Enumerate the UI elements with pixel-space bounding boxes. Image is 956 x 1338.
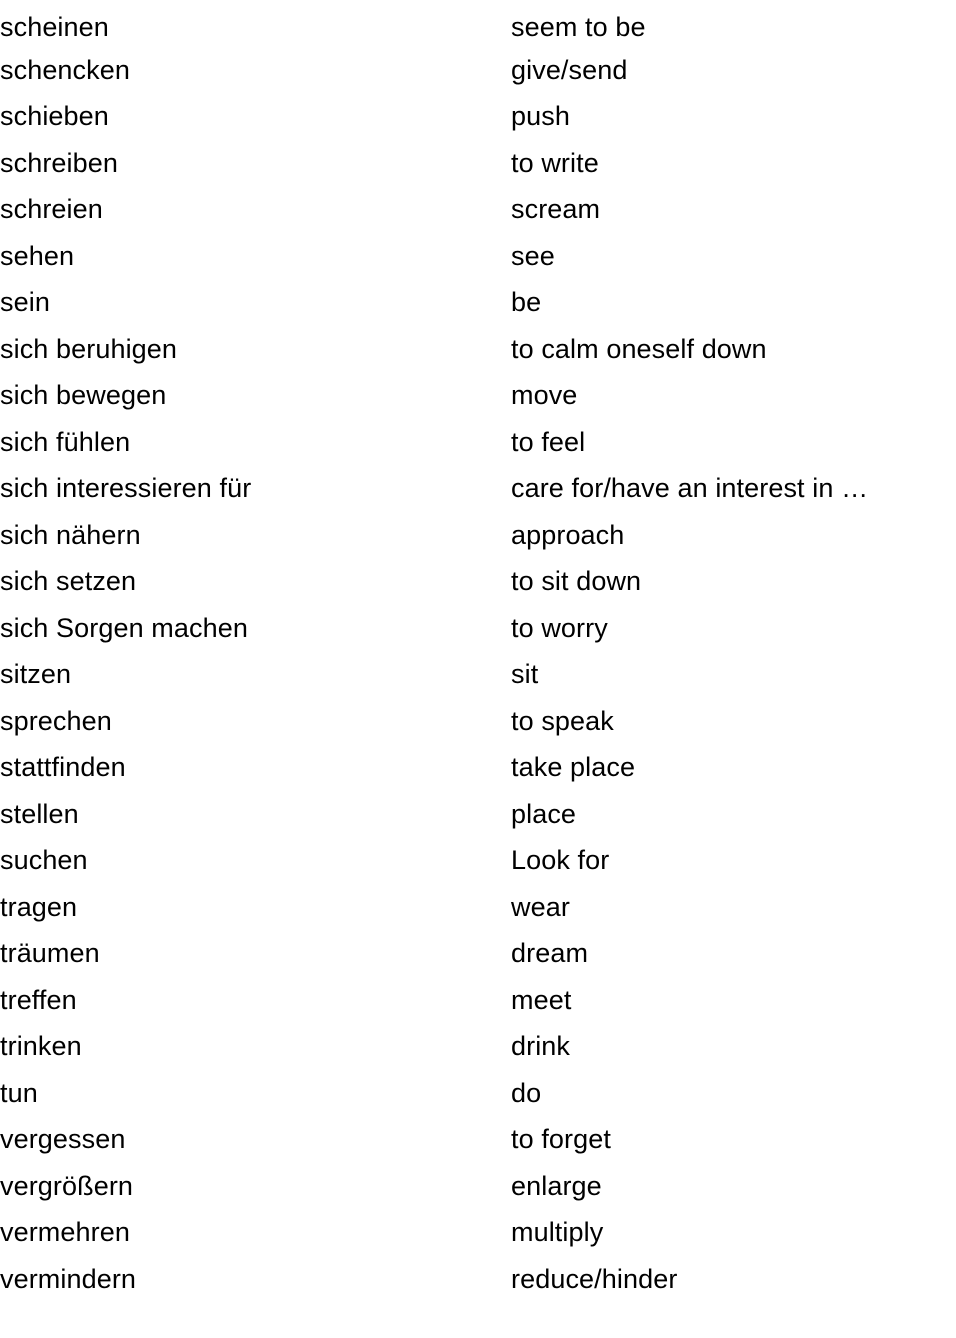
vocabulary-row: vergessen to forget: [0, 1116, 956, 1163]
vocabulary-row: tun do: [0, 1070, 956, 1117]
english-meaning: push: [511, 101, 570, 132]
vocabulary-row: sich setzen to sit down: [0, 558, 956, 605]
english-meaning: do: [511, 1077, 542, 1108]
english-meaning: seem to be: [511, 11, 646, 42]
english-meaning: care for/have an interest in …: [511, 473, 869, 504]
vocabulary-row: sich fühlen to feel: [0, 419, 956, 466]
english-meaning: move: [511, 380, 578, 411]
german-term: vergrößern: [0, 1170, 134, 1201]
english-meaning: to worry: [511, 612, 608, 643]
german-term: suchen: [0, 845, 88, 876]
english-meaning: wear: [511, 891, 570, 922]
vocabulary-row: stattfinden take place: [0, 744, 956, 791]
vocabulary-row: schreien scream: [0, 186, 956, 233]
german-term: schieben: [0, 101, 109, 132]
vocabulary-row: tragen wear: [0, 884, 956, 931]
english-meaning: see: [511, 240, 555, 271]
english-meaning: scream: [511, 194, 601, 225]
german-term: sich interessieren für: [0, 473, 252, 504]
vocabulary-row: scheinen seem to be: [0, 0, 956, 47]
english-meaning: approach: [511, 519, 625, 550]
vocabulary-row: treffen meet: [0, 977, 956, 1024]
german-term: schencken: [0, 54, 130, 85]
english-meaning: drink: [511, 1031, 571, 1062]
vocabulary-row: sitzen sit: [0, 651, 956, 698]
vocabulary-table-body: scheinen seem to be schencken give/send schi…: [0, 0, 956, 1302]
vocabulary-row: sehen see: [0, 233, 956, 280]
german-term: sich nähern: [0, 519, 141, 550]
english-meaning: meet: [511, 984, 572, 1015]
german-term: schreien: [0, 194, 103, 225]
vocabulary-row: vergrößern enlarge: [0, 1163, 956, 1210]
german-term: vergessen: [0, 1124, 126, 1155]
english-meaning: place: [511, 798, 577, 829]
german-term: treffen: [0, 984, 77, 1015]
german-term: schreiben: [0, 147, 118, 178]
english-meaning: to feel: [511, 426, 586, 457]
german-term: sich Sorgen machen: [0, 612, 248, 643]
english-meaning: sit: [511, 659, 539, 690]
english-meaning: multiply: [511, 1217, 604, 1248]
vocabulary-row: sein be: [0, 279, 956, 326]
german-term: sehen: [0, 240, 75, 271]
english-meaning: dream: [511, 938, 589, 969]
vocabulary-row: schreiben to write: [0, 140, 956, 187]
vocabulary-row: sich nähern approach: [0, 512, 956, 559]
german-term: tun: [0, 1077, 38, 1108]
german-term: stellen: [0, 798, 79, 829]
german-term: trinken: [0, 1031, 82, 1062]
vocabulary-page: scheinen seem to be schencken give/send schi…: [0, 0, 956, 1338]
vocabulary-row: stellen place: [0, 791, 956, 838]
german-term: sprechen: [0, 705, 112, 736]
english-meaning: be: [511, 287, 542, 318]
vocabulary-row: schieben push: [0, 93, 956, 140]
english-meaning: to calm oneself down: [511, 333, 767, 364]
german-term: träumen: [0, 938, 100, 969]
vocabulary-row: sich Sorgen machen to worry: [0, 605, 956, 652]
english-meaning: take place: [511, 752, 636, 783]
vocabulary-table: scheinen seem to be schencken give/send schi…: [0, 0, 956, 1302]
english-meaning: to forget: [511, 1124, 611, 1155]
german-term: scheinen: [0, 11, 109, 42]
vocabulary-row: träumen dream: [0, 930, 956, 977]
vocabulary-row: vermindern reduce/hinder: [0, 1256, 956, 1303]
german-term: sein: [0, 287, 50, 318]
german-term: stattfinden: [0, 752, 126, 783]
german-term: sich bewegen: [0, 380, 167, 411]
english-meaning: to sit down: [511, 566, 642, 597]
english-meaning: reduce/hinder: [511, 1263, 678, 1294]
vocabulary-row: suchen Look for: [0, 837, 956, 884]
german-term: vermindern: [0, 1263, 137, 1294]
vocabulary-row: vermehren multiply: [0, 1209, 956, 1256]
vocabulary-row: trinken drink: [0, 1023, 956, 1070]
german-term: sich fühlen: [0, 426, 131, 457]
vocabulary-row: schencken give/send: [0, 47, 956, 94]
vocabulary-row: sprechen to speak: [0, 698, 956, 745]
english-meaning: to speak: [511, 705, 614, 736]
english-meaning: Look for: [511, 845, 610, 876]
german-term: sitzen: [0, 659, 72, 690]
german-term: sich setzen: [0, 566, 137, 597]
german-term: sich beruhigen: [0, 333, 178, 364]
vocabulary-row: sich interessieren für care for/have an i…: [0, 465, 956, 512]
vocabulary-row: sich beruhigen to calm oneself down: [0, 326, 956, 373]
english-meaning: to write: [511, 147, 599, 178]
english-meaning: give/send: [511, 54, 628, 85]
vocabulary-row: sich bewegen move: [0, 372, 956, 419]
english-meaning: enlarge: [511, 1170, 602, 1201]
german-term: tragen: [0, 891, 78, 922]
german-term: vermehren: [0, 1217, 130, 1248]
